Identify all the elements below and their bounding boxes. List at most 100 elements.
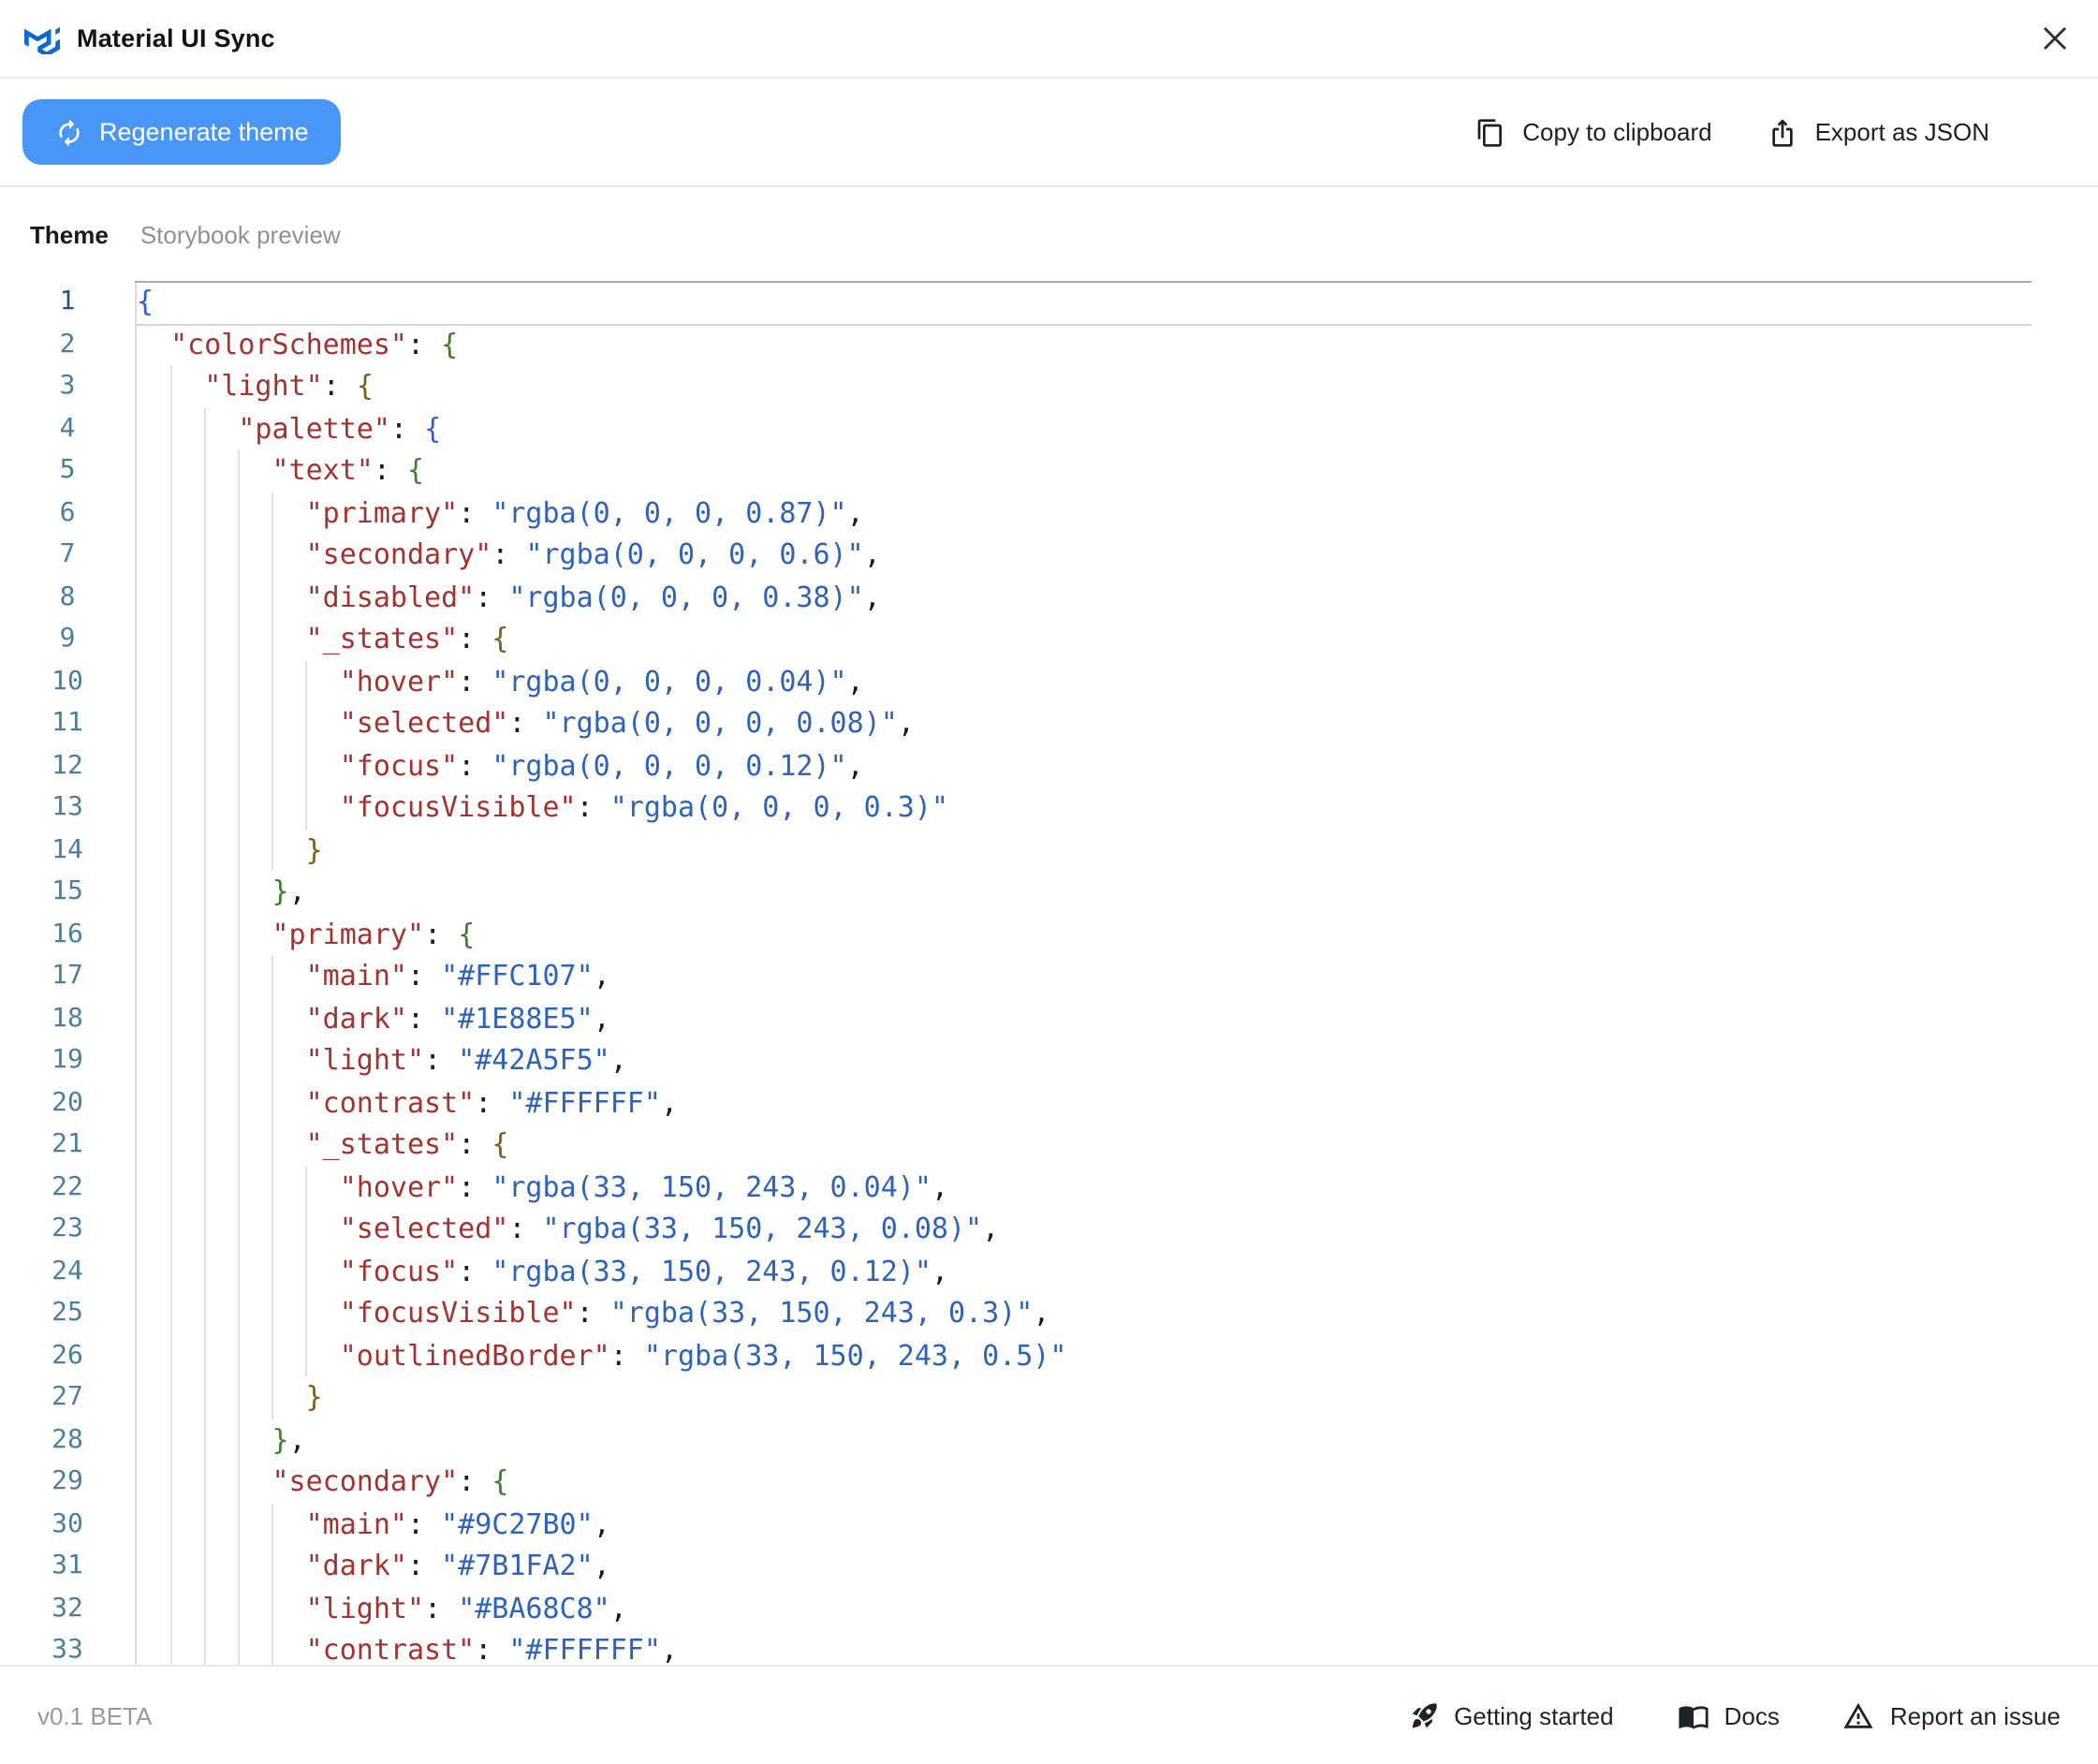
code-line: 16 "primary": {	[0, 913, 2098, 955]
code-line: 7 "secondary": "rgba(0, 0, 0, 0.6)",	[0, 534, 2098, 576]
code-line: 22 "hover": "rgba(33, 150, 243, 0.04)",	[0, 1166, 2098, 1208]
rocket-icon	[1409, 1700, 1439, 1730]
version-label: v0.1 BETA	[37, 1701, 152, 1729]
code-line: 25 "focusVisible": "rgba(33, 150, 243, 0…	[0, 1292, 2098, 1334]
code-line: 19 "light": "#42A5F5",	[0, 1039, 2098, 1081]
regenerate-theme-label: Regenerate theme	[99, 118, 309, 146]
toolbar: Regenerate theme Copy to clipboard Expor…	[0, 79, 2098, 187]
line-number: 13	[0, 786, 135, 829]
line-number: 6	[0, 492, 135, 534]
code-line: 18 "dark": "#1E88E5",	[0, 997, 2098, 1039]
line-number: 10	[0, 660, 135, 702]
code-line: 14 }	[0, 829, 2098, 871]
code-line: 10 "hover": "rgba(0, 0, 0, 0.04)",	[0, 660, 2098, 702]
warning-icon	[1843, 1699, 1875, 1731]
code-line: 21 "_states": {	[0, 1124, 2098, 1166]
line-number: 20	[0, 1081, 135, 1124]
line-number: 33	[0, 1629, 135, 1665]
line-number: 3	[0, 365, 135, 407]
code-line: 9 "_states": {	[0, 618, 2098, 660]
code-line: 5 "text": {	[0, 449, 2098, 492]
code-line: 28 },	[0, 1419, 2098, 1461]
close-button[interactable]	[2036, 20, 2074, 57]
line-number: 21	[0, 1124, 135, 1166]
code-content: 1{2 "colorSchemes": {3 "light": {4 "pale…	[0, 281, 2098, 1665]
line-number: 23	[0, 1208, 135, 1250]
code-line: 17 "main": "#FFC107",	[0, 955, 2098, 997]
line-number: 7	[0, 534, 135, 576]
copy-icon	[1475, 117, 1505, 147]
code-line: 12 "focus": "rgba(0, 0, 0, 0.12)",	[0, 744, 2098, 786]
getting-started-label: Getting started	[1454, 1701, 1614, 1729]
code-line: 4 "palette": {	[0, 407, 2098, 449]
code-line: 30 "main": "#9C27B0",	[0, 1503, 2098, 1545]
line-number: 24	[0, 1250, 135, 1292]
close-icon	[2043, 26, 2067, 51]
line-number: 15	[0, 871, 135, 913]
book-icon	[1678, 1699, 1709, 1731]
line-number: 9	[0, 618, 135, 660]
report-an-issue-link[interactable]: Report an issue	[1843, 1699, 2061, 1731]
line-number: 16	[0, 913, 135, 955]
code-line: 27 }	[0, 1376, 2098, 1419]
code-line: 20 "contrast": "#FFFFFF",	[0, 1081, 2098, 1124]
regenerate-theme-button[interactable]: Regenerate theme	[22, 99, 341, 165]
code-line: 11 "selected": "rgba(0, 0, 0, 0.08)",	[0, 702, 2098, 744]
line-number: 5	[0, 449, 135, 492]
line-number: 1	[0, 281, 135, 323]
footer-links: Getting started Docs Report an issue	[1409, 1699, 2061, 1731]
line-number: 27	[0, 1376, 135, 1419]
line-number: 31	[0, 1545, 135, 1587]
export-icon	[1768, 117, 1798, 147]
material-ui-logo-icon	[24, 23, 60, 53]
code-line: 26 "outlinedBorder": "rgba(33, 150, 243,…	[0, 1334, 2098, 1376]
copy-to-clipboard-button[interactable]: Copy to clipboard	[1475, 117, 1711, 147]
code-line: 33 "contrast": "#FFFFFF",	[0, 1629, 2098, 1665]
screenshot-stage: Material UI Sync Regenerate theme Copy t…	[0, 0, 2098, 1764]
code-line: 2 "colorSchemes": {	[0, 323, 2098, 365]
plugin-header: Material UI Sync	[0, 0, 2098, 79]
line-number: 26	[0, 1334, 135, 1376]
code-line: 23 "selected": "rgba(33, 150, 243, 0.08)…	[0, 1208, 2098, 1250]
line-number: 8	[0, 576, 135, 618]
line-number: 2	[0, 323, 135, 365]
docs-label: Docs	[1724, 1701, 1780, 1729]
tab-bar: Theme Storybook preview	[0, 187, 2098, 281]
code-line: 29 "secondary": {	[0, 1461, 2098, 1503]
line-number: 32	[0, 1587, 135, 1629]
line-number: 4	[0, 407, 135, 449]
export-as-json-button[interactable]: Export as JSON	[1768, 117, 1989, 147]
sync-icon	[54, 117, 84, 147]
tab-theme[interactable]: Theme	[30, 220, 109, 248]
line-number: 12	[0, 744, 135, 786]
code-line: 32 "light": "#BA68C8",	[0, 1587, 2098, 1629]
tab-storybook-preview[interactable]: Storybook preview	[140, 220, 341, 248]
plugin-footer: v0.1 BETA Getting started Docs Report an…	[0, 1665, 2098, 1764]
docs-link[interactable]: Docs	[1678, 1699, 1780, 1731]
plugin-window: Material UI Sync Regenerate theme Copy t…	[0, 0, 2098, 1764]
code-line: 24 "focus": "rgba(33, 150, 243, 0.12)",	[0, 1250, 2098, 1292]
code-line: 31 "dark": "#7B1FA2",	[0, 1545, 2098, 1587]
code-line: 13 "focusVisible": "rgba(0, 0, 0, 0.3)"	[0, 786, 2098, 829]
code-editor[interactable]: 1{2 "colorSchemes": {3 "light": {4 "pale…	[0, 281, 2098, 1665]
line-number: 14	[0, 829, 135, 871]
line-number: 11	[0, 702, 135, 744]
toolbar-actions: Copy to clipboard Export as JSON	[1475, 117, 1989, 147]
line-number: 30	[0, 1503, 135, 1545]
code-line: 15 },	[0, 871, 2098, 913]
line-number: 29	[0, 1461, 135, 1503]
plugin-title: Material UI Sync	[77, 24, 275, 52]
line-number: 25	[0, 1292, 135, 1334]
code-line: 3 "light": {	[0, 365, 2098, 407]
line-number: 17	[0, 955, 135, 997]
code-line: 1{	[0, 281, 2098, 323]
copy-to-clipboard-label: Copy to clipboard	[1522, 118, 1711, 146]
report-an-issue-label: Report an issue	[1890, 1701, 2061, 1729]
line-number: 28	[0, 1419, 135, 1461]
getting-started-link[interactable]: Getting started	[1409, 1700, 1614, 1730]
code-line: 8 "disabled": "rgba(0, 0, 0, 0.38)",	[0, 576, 2098, 618]
line-number: 18	[0, 997, 135, 1039]
line-number: 22	[0, 1166, 135, 1208]
line-number: 19	[0, 1039, 135, 1081]
code-line: 6 "primary": "rgba(0, 0, 0, 0.87)",	[0, 492, 2098, 534]
